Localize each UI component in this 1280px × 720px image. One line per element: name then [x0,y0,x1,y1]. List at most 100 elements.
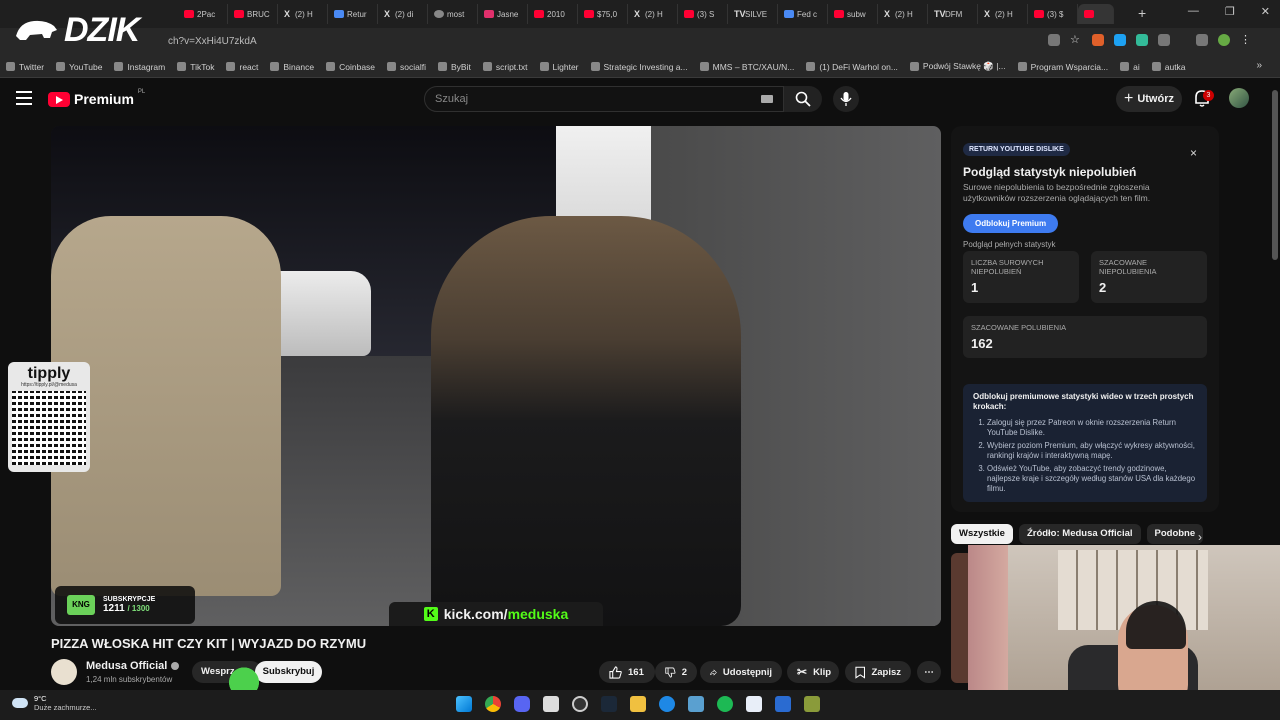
chevron-right-icon[interactable]: › [1198,530,1202,544]
browser-tab[interactable]: most [428,4,478,24]
profile-avatar-icon[interactable] [1218,34,1230,46]
browser-tab[interactable]: X (2) H [978,4,1028,24]
kick-url-prefix: kick.com/ [443,606,508,622]
cast-icon[interactable] [1048,34,1060,46]
discord-icon[interactable] [514,696,530,712]
bookmark-item[interactable]: Lighter [539,61,579,72]
logo-text: DZIK [64,10,140,49]
chip-related[interactable]: Podobne [1146,524,1204,544]
more-dots-icon: ⋯ [924,666,934,678]
keyboard-icon[interactable] [761,95,773,103]
page-scrollbar[interactable] [1272,90,1278,260]
bookmarks-bar: Twitter YouTube Instagram TikTok react Binanc… [0,56,1280,78]
bookmark-item[interactable]: ai [1120,61,1140,72]
bookmark-item[interactable]: Podwój Stawkę 🎲 |... [909,61,1006,72]
dislike-button[interactable]: 2 [655,661,697,683]
browser-tab[interactable]: X (2) H [278,4,328,24]
bookmark-item[interactable]: Program Wsparcia... [1017,61,1108,72]
bookmark-item[interactable]: socialfi [387,61,426,72]
browser-menu-icon[interactable]: ⋮ [1240,34,1252,46]
bookmark-star-icon[interactable]: ☆ [1070,34,1082,46]
bookmark-icon [114,62,124,71]
voice-search-button[interactable] [833,86,859,112]
bookmark-item[interactable]: react [226,61,258,72]
video-player[interactable]: KNG SUBSKRYPCJE 1211 / 1300 K kick.com/m… [51,126,941,626]
channel-avatar[interactable] [51,659,77,685]
bookmark-item[interactable]: Twitter [6,61,44,72]
app-icon[interactable] [775,696,791,712]
browser-tab[interactable]: BRUC [228,4,278,24]
browser-tab[interactable]: Fed c [778,4,828,24]
channel-name[interactable]: Medusa Official [86,660,180,672]
extension-icon[interactable] [1092,34,1104,46]
bookmark-item[interactable]: (1) DeFi Warhol on... [806,61,898,72]
search-button[interactable] [784,86,822,112]
bookmark-item[interactable]: Instagram [114,61,165,72]
unlock-premium-button[interactable]: Odblokuj Premium [963,214,1059,233]
windows-start-icon[interactable] [456,696,472,712]
preview-stats-link[interactable]: Podgląd pełnych statystyk [963,240,1207,249]
app-icon[interactable] [688,696,704,712]
reading-list-icon[interactable] [1196,34,1208,46]
like-button[interactable]: 161 [599,661,655,683]
bookmark-item[interactable]: ByBit [438,61,471,72]
browser-tab[interactable]: 2010 [528,4,578,24]
tab-title: most [447,9,465,19]
bookmark-item[interactable]: autka [1151,61,1186,72]
obs-icon[interactable] [572,696,588,712]
new-tab-button[interactable]: + [1138,5,1146,21]
chip-all[interactable]: Wszystkie [951,524,1013,544]
browser-tab[interactable] [1078,4,1114,24]
bookmark-item[interactable]: YouTube [56,61,102,72]
bookmark-item[interactable]: TikTok [177,61,214,72]
url-field[interactable]: ch?v=XxHi4U7zkdA [168,32,1098,52]
bookmarks-more-icon[interactable]: » [1256,60,1262,71]
close-icon[interactable]: × [1190,146,1197,160]
more-actions-button[interactable]: ⋯ [917,661,941,683]
browser-tab[interactable]: Retur [328,4,378,24]
browser-tab[interactable]: TV SILVE [728,4,778,24]
search-input[interactable]: Szukaj [424,86,784,112]
browser-tab[interactable]: $75,0 [578,4,628,24]
spotify-icon[interactable] [717,696,733,712]
weather-widget[interactable]: 9°C Duże zachmurze... [12,694,97,712]
browser-tab[interactable]: X (2) H [628,4,678,24]
account-avatar[interactable] [1229,88,1249,108]
app-icon[interactable] [804,696,820,712]
chrome-icon[interactable] [485,696,501,712]
create-button[interactable]: + Utwórz [1116,86,1182,112]
chip-source[interactable]: Źródło: Medusa Official [1018,524,1141,544]
browser-tab[interactable]: (3) $ [1028,4,1078,24]
save-button[interactable]: Zapisz [845,661,911,683]
browser-tab[interactable]: X (2) H [878,4,928,24]
app-icon[interactable] [659,696,675,712]
bookmark-item[interactable]: script.txt [482,61,528,72]
subscribe-button[interactable]: Subskrybuj [255,661,322,683]
youtube-logo[interactable]: Premium PL [48,89,145,107]
extension-icon[interactable] [1136,34,1148,46]
extension-icon[interactable] [1114,34,1126,46]
close-window-icon[interactable]: ✕ [1261,5,1270,18]
bookmark-item[interactable]: Strategic Investing a... [590,61,688,72]
share-button[interactable]: Udostępnij [700,661,782,683]
minimize-icon[interactable]: — [1188,5,1199,18]
bookmark-item[interactable]: MMS – BTC/XAU/N... [699,61,794,72]
hamburger-menu-icon[interactable] [16,91,32,105]
bookmark-item[interactable]: Coinbase [326,61,375,72]
browser-tab[interactable]: 2Pac [178,4,228,24]
clip-button[interactable]: ✂ Klip [787,661,839,683]
browser-tab[interactable]: (3) S [678,4,728,24]
extensions-puzzle-icon[interactable] [1158,34,1170,46]
bookmark-item[interactable]: Binance [270,61,314,72]
stat-value: 1 [971,280,979,295]
maximize-icon[interactable]: ❐ [1225,5,1235,18]
browser-tab[interactable]: Jasne [478,4,528,24]
app-icon[interactable] [746,696,762,712]
steam-icon[interactable] [601,696,617,712]
browser-tab[interactable]: TV DFM [928,4,978,24]
browser-tab[interactable]: subw [828,4,878,24]
file-explorer-icon[interactable] [630,696,646,712]
app-icon[interactable] [543,696,559,712]
stat-estimated-dislikes: SZACOWANE NIEPOLUBIENIA 2 [1091,251,1207,303]
browser-tab[interactable]: X (2) di [378,4,428,24]
